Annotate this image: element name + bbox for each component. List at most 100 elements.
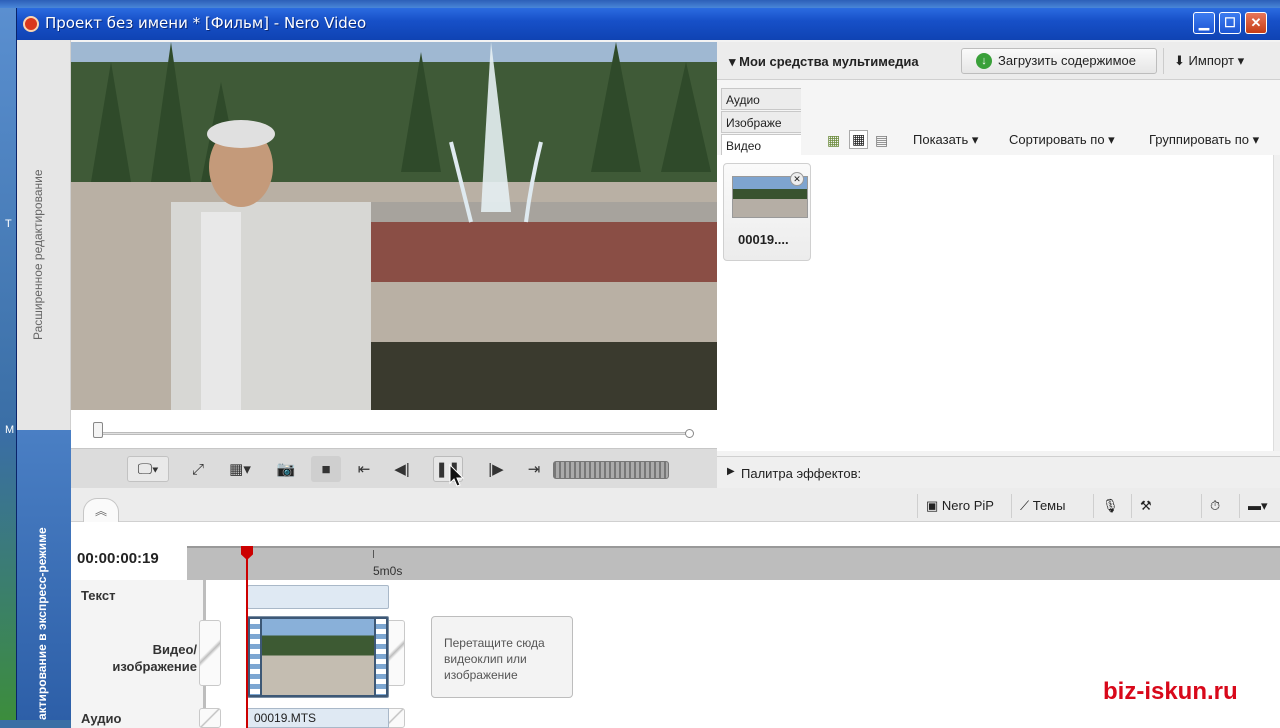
nero-app-icon xyxy=(23,16,39,32)
previous-frame-button[interactable]: ◀| xyxy=(387,456,417,482)
playback-controls: 🖵▾ ⤢ ▦▾ 📷 ■ ⇤ ◀| ❚❚ |▶ ⇥ xyxy=(71,448,717,488)
maximize-button[interactable]: ☐ xyxy=(1219,12,1241,34)
film-sprocket-left xyxy=(250,619,260,695)
media-scrollbar[interactable] xyxy=(1273,155,1280,451)
title-bar[interactable]: Проект без имени * [Фильм] - Nero Video … xyxy=(17,8,1280,40)
next-frame-button[interactable]: |▶ xyxy=(481,456,511,482)
mouse-pointer-icon xyxy=(449,464,465,487)
text-track-clip[interactable] xyxy=(247,585,389,609)
timecode-display: 00:00:00:19 xyxy=(77,550,159,567)
go-to-start-button[interactable]: ⇤ xyxy=(349,456,379,482)
chevron-up-icon: ︽ xyxy=(94,504,107,518)
track-label-text: Текст xyxy=(81,588,116,603)
close-button[interactable]: ✕ xyxy=(1245,12,1267,34)
microphone-button[interactable]: 🎙 xyxy=(1093,494,1127,518)
fullscreen-button[interactable]: ⤢ xyxy=(183,456,213,482)
effects-palette-bar[interactable]: ▶ Палитра эффектов: xyxy=(717,456,1280,488)
advanced-editing-tab[interactable]: Расширенное редактирование xyxy=(17,40,71,430)
hammer-icon: ⚒ xyxy=(1140,498,1152,513)
scrub-handle[interactable] xyxy=(93,422,103,438)
window-title: Проект без имени * [Фильм] - Nero Video xyxy=(45,14,367,32)
tab-video[interactable]: Видео xyxy=(721,134,801,156)
tab-images[interactable]: Изображе xyxy=(721,111,801,133)
view-details-icon[interactable]: ▤ xyxy=(875,132,888,149)
go-to-start-icon: ⇤ xyxy=(357,461,371,478)
previous-frame-icon: ◀| xyxy=(394,461,410,478)
view-list-icon[interactable]: ▦ xyxy=(827,132,840,149)
playhead-line[interactable] xyxy=(246,546,248,728)
timer-button[interactable]: ⏱ xyxy=(1201,494,1228,518)
view-grid-icon[interactable]: ▦ xyxy=(849,130,869,149)
watermark-text: biz-iskun.ru xyxy=(1103,678,1238,705)
minimize-icon: ▁ xyxy=(1199,15,1209,30)
camera-icon: 📷 xyxy=(276,461,296,478)
view-options-button[interactable]: ▬▾ xyxy=(1239,494,1276,518)
scrub-track[interactable] xyxy=(98,432,690,435)
monitor-icon: 🖵▾ xyxy=(137,460,159,478)
aspect-button[interactable]: ▦▾ xyxy=(219,456,261,482)
magic-wand-icon: ⟋ xyxy=(1020,498,1030,513)
next-frame-icon: |▶ xyxy=(488,461,504,478)
import-button[interactable]: ⬇ Импорт ▾ xyxy=(1163,48,1273,74)
express-editing-tab[interactable]: актирование в экспресс-режиме xyxy=(17,430,71,720)
media-panel-title[interactable]: ▾ Мои средства мультимедиа xyxy=(729,54,919,70)
preview-frame-image xyxy=(71,42,717,410)
timeline-ruler[interactable] xyxy=(187,546,1280,580)
pip-icon: ▣ xyxy=(926,498,939,513)
ruler-tick xyxy=(373,550,374,558)
ruler-label: 5m0s xyxy=(373,564,403,578)
media-panel-header: ▾ Мои средства мультимедиа ↓ Загрузить с… xyxy=(717,42,1280,80)
download-arrow-icon: ↓ xyxy=(976,53,992,69)
media-tabs-bar: Аудио Изображе Видео ▦ ▦ ▤ Показать ▾ Со… xyxy=(717,80,1280,156)
film-sprocket-right xyxy=(376,619,386,695)
collapse-button[interactable]: ︽ xyxy=(83,498,119,522)
track-labels: Текст Видео/ изображение Аудио xyxy=(71,580,203,728)
track-label-video-line1: Видео/ xyxy=(152,642,197,657)
nero-video-window: Проект без имени * [Фильм] - Nero Video … xyxy=(16,8,1280,728)
expand-arrow-icon: ▶ xyxy=(727,466,735,477)
maximize-icon: ☐ xyxy=(1224,15,1236,30)
transition-slot[interactable] xyxy=(199,620,221,686)
video-clip-thumbnail xyxy=(262,619,374,695)
go-to-end-icon: ⇥ xyxy=(527,461,541,478)
express-editing-label: актирование в экспресс-режиме xyxy=(35,527,49,720)
minimize-button[interactable]: ▁ xyxy=(1193,12,1215,34)
nero-pip-button[interactable]: ▣ Nero PiP xyxy=(917,494,1002,518)
remove-item-icon[interactable]: ✕ xyxy=(790,172,804,186)
scrub-bar[interactable] xyxy=(71,410,717,448)
tab-audio[interactable]: Аудио xyxy=(721,88,801,110)
themes-button[interactable]: ⟋ Темы xyxy=(1011,494,1073,518)
fullscreen-icon: ⤢ xyxy=(191,460,204,478)
desktop-left-edge: ТМ xyxy=(0,8,16,720)
microphone-icon: 🎙 xyxy=(1102,498,1119,513)
audio-track-clip[interactable]: 00019.MTS xyxy=(247,708,389,728)
load-content-button[interactable]: ↓ Загрузить содержимое xyxy=(961,48,1157,74)
filmstrip-icon: ▦▾ xyxy=(229,461,251,478)
audio-slot[interactable] xyxy=(199,708,221,728)
jog-shuttle[interactable] xyxy=(553,461,669,479)
track-label-video-line2: изображение xyxy=(112,659,197,674)
stopwatch-icon: ⏱ xyxy=(1210,498,1221,513)
drop-zone[interactable]: Перетащите сюда видеоклип или изображени… xyxy=(431,616,573,698)
snapshot-button[interactable]: 📷 xyxy=(271,456,301,482)
desktop-taskbar-strip xyxy=(0,0,1280,8)
show-dropdown[interactable]: Показать ▾ xyxy=(913,132,978,148)
scrub-end-marker xyxy=(685,429,694,438)
advanced-editing-label: Расширенное редактирование xyxy=(31,169,45,340)
timeline-toolbar: ︽ ▣ Nero PiP ⟋ Темы 🎙 ⚒ ⏱ ▬▾ xyxy=(71,488,1280,522)
effects-palette-title: Палитра эффектов: xyxy=(741,466,862,481)
go-to-end-button[interactable]: ⇥ xyxy=(519,456,549,482)
filmstrip-settings-icon: ▬▾ xyxy=(1248,498,1268,513)
sort-dropdown[interactable]: Сортировать по ▾ xyxy=(1009,132,1115,148)
display-mode-button[interactable]: 🖵▾ xyxy=(127,456,169,482)
stop-button[interactable]: ■ xyxy=(311,456,341,482)
stop-icon: ■ xyxy=(321,460,331,478)
import-arrow-icon: ⬇ xyxy=(1174,53,1185,68)
media-item[interactable]: ✕ 00019.... xyxy=(723,163,811,261)
media-library-area: ✕ 00019.... xyxy=(717,155,1273,451)
video-track-clip[interactable] xyxy=(247,616,389,698)
group-dropdown[interactable]: Группировать по ▾ xyxy=(1149,132,1259,148)
tools-button[interactable]: ⚒ xyxy=(1131,494,1160,518)
track-label-audio: Аудио xyxy=(81,711,122,726)
close-icon: ✕ xyxy=(1250,15,1262,30)
